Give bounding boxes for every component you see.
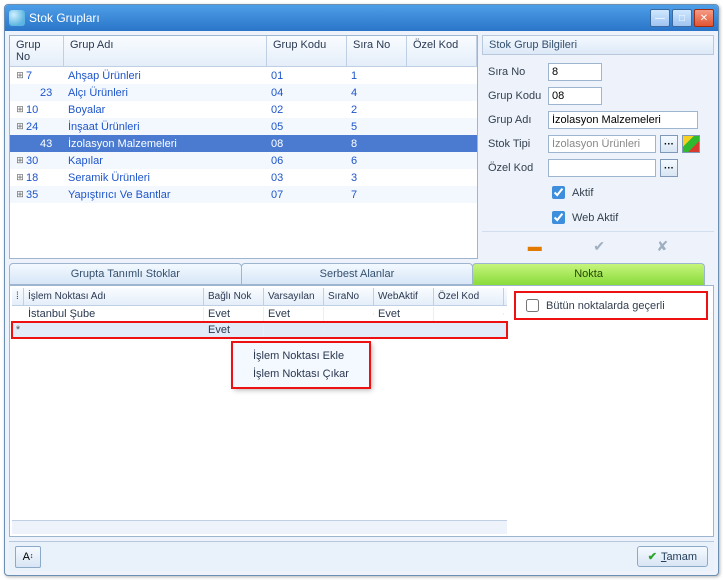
window-title: Stok Grupları xyxy=(29,11,648,25)
tree-row[interactable]: ⊞18Seramik Ürünleri033 xyxy=(10,169,477,186)
window: Stok Grupları — □ ✕ Grup No Grup Adı Gru… xyxy=(4,4,719,576)
grid-row[interactable]: İstanbul ŞubeEvetEvetEvet xyxy=(12,306,507,322)
col-varsayilan[interactable]: Varsayılan xyxy=(264,288,324,305)
col-islem-noktasi[interactable]: İşlem Noktası Adı xyxy=(24,288,204,305)
tab-nokta[interactable]: Nokta xyxy=(472,263,705,285)
stok-tipi-color-button[interactable] xyxy=(682,135,700,153)
expand-icon[interactable]: ⊞ xyxy=(14,172,26,183)
label-grup-kodu: Grup Kodu xyxy=(488,90,544,102)
expand-icon[interactable]: ⊞ xyxy=(14,121,26,132)
content: Grup No Grup Adı Grup Kodu Sıra No Özel … xyxy=(5,31,718,575)
tree-rows[interactable]: ⊞7Ahşap Ürünleri01123Alçı Ürünleri044⊞10… xyxy=(10,67,477,258)
col-webaktif[interactable]: WebAktif xyxy=(374,288,434,305)
label-ozel-kod: Özel Kod xyxy=(488,162,544,174)
col-grup-kodu[interactable]: Grup Kodu xyxy=(267,36,347,66)
tree-row[interactable]: ⊞30Kapılar066 xyxy=(10,152,477,169)
stok-tipi-lookup-button[interactable]: ··· xyxy=(660,135,678,153)
app-icon xyxy=(9,10,25,26)
panel-accept-icon[interactable]: ✔ xyxy=(593,238,605,255)
tabs: Grupta Tanımlı Stoklar Serbest Alanlar N… xyxy=(9,263,714,285)
tree-header: Grup No Grup Adı Grup Kodu Sıra No Özel … xyxy=(10,36,477,67)
menu-islem-noktasi-ekle[interactable]: İşlem Noktası Ekle xyxy=(233,347,369,365)
group-tree[interactable]: Grup No Grup Adı Grup Kodu Sıra No Özel … xyxy=(9,35,478,259)
label-webaktif: Web Aktif xyxy=(572,212,618,224)
expand-icon[interactable]: ⊞ xyxy=(14,70,26,81)
bottom-bar: A↕ ✔ Tamam xyxy=(9,541,714,571)
tree-row[interactable]: ⊞35Yapıştırıcı Ve Bantlar077 xyxy=(10,186,477,203)
grid-statusbar xyxy=(12,520,507,534)
minimize-button[interactable]: — xyxy=(650,9,670,27)
label-butun-noktalarda: Bütün noktalarda geçerli xyxy=(546,300,665,312)
expand-icon[interactable]: ⊞ xyxy=(14,104,26,115)
top-pane: Grup No Grup Adı Grup Kodu Sıra No Özel … xyxy=(9,35,714,259)
titlebar[interactable]: Stok Grupları — □ ✕ xyxy=(5,5,718,31)
input-sira-no[interactable] xyxy=(548,63,602,81)
tree-row[interactable]: ⊞10Boyalar022 xyxy=(10,101,477,118)
close-button[interactable]: ✕ xyxy=(694,9,714,27)
side-panel: Stok Grup Bilgileri Sıra No Grup Kodu Gr… xyxy=(482,35,714,259)
input-grup-kodu[interactable] xyxy=(548,87,602,105)
tamam-button[interactable]: ✔ Tamam xyxy=(637,546,708,567)
form: Sıra No Grup Kodu Grup Adı Stok Tipi xyxy=(482,55,714,231)
panel-actions: ▬ ✔ ✘ xyxy=(482,231,714,257)
maximize-button[interactable]: □ xyxy=(672,9,692,27)
input-grup-adi[interactable] xyxy=(548,111,698,129)
side-panel-title: Stok Grup Bilgileri xyxy=(482,35,714,55)
grid-header: ⁞ İşlem Noktası Adı Bağlı Nok Varsayılan… xyxy=(12,288,507,306)
tree-row[interactable]: ⊞7Ahşap Ürünleri011 xyxy=(10,67,477,84)
side-check-panel: Bütün noktalarda geçerli xyxy=(511,288,711,534)
tree-row[interactable]: 43İzolasyon Malzemeleri088 xyxy=(10,135,477,152)
ozel-kod-lookup-button[interactable]: ··· xyxy=(660,159,678,177)
nokta-grid[interactable]: ⁞ İşlem Noktası Adı Bağlı Nok Varsayılan… xyxy=(12,288,507,534)
checkbox-butun-noktalarda[interactable] xyxy=(526,299,539,312)
context-menu[interactable]: İşlem Noktası Ekle İşlem Noktası Çıkar xyxy=(232,342,370,388)
checkbox-webaktif[interactable] xyxy=(552,211,565,224)
col-bagli-nokta[interactable]: Bağlı Nok xyxy=(204,288,264,305)
tab-body: ⁞ İşlem Noktası Adı Bağlı Nok Varsayılan… xyxy=(9,285,714,537)
checkbox-aktif[interactable] xyxy=(552,186,565,199)
panel-delete-icon[interactable]: ▬ xyxy=(528,238,542,255)
label-sira-no: Sıra No xyxy=(488,66,544,78)
menu-islem-noktasi-cikar[interactable]: İşlem Noktası Çıkar xyxy=(233,365,369,383)
label-stok-tipi: Stok Tipi xyxy=(488,138,544,150)
tree-row[interactable]: 23Alçı Ürünleri044 xyxy=(10,84,477,101)
col-sira-no[interactable]: Sıra No xyxy=(347,36,407,66)
col-drag[interactable]: ⁞ xyxy=(12,288,24,305)
col-grup-adi[interactable]: Grup Adı xyxy=(64,36,267,66)
sort-button[interactable]: A↕ xyxy=(15,546,41,568)
expand-icon[interactable]: ⊞ xyxy=(14,155,26,166)
label-grup-adi: Grup Adı xyxy=(488,114,544,126)
col-ozel-kod[interactable]: Özel Kod xyxy=(407,36,477,66)
tamam-label: Tamam xyxy=(661,551,697,563)
tab-grupta-tanimli[interactable]: Grupta Tanımlı Stoklar xyxy=(9,263,242,285)
col-ozelkod[interactable]: Özel Kod xyxy=(434,288,504,305)
input-ozel-kod[interactable] xyxy=(548,159,656,177)
check-icon: ✔ xyxy=(648,550,657,563)
label-aktif: Aktif xyxy=(572,187,593,199)
expand-icon[interactable]: ⊞ xyxy=(14,189,26,200)
grid-rows[interactable]: İstanbul ŞubeEvetEvetEvet*Evet xyxy=(12,306,507,338)
bottom-tabs-wrap: Grupta Tanımlı Stoklar Serbest Alanlar N… xyxy=(9,263,714,537)
tree-row[interactable]: ⊞24İnşaat Ürünleri055 xyxy=(10,118,477,135)
col-sirano[interactable]: SıraNo xyxy=(324,288,374,305)
grid-row[interactable]: *Evet xyxy=(12,322,507,338)
tab-serbest-alanlar[interactable]: Serbest Alanlar xyxy=(241,263,474,285)
input-stok-tipi[interactable] xyxy=(548,135,656,153)
col-grup-no[interactable]: Grup No xyxy=(10,36,64,66)
panel-cancel-icon[interactable]: ✘ xyxy=(656,238,668,255)
